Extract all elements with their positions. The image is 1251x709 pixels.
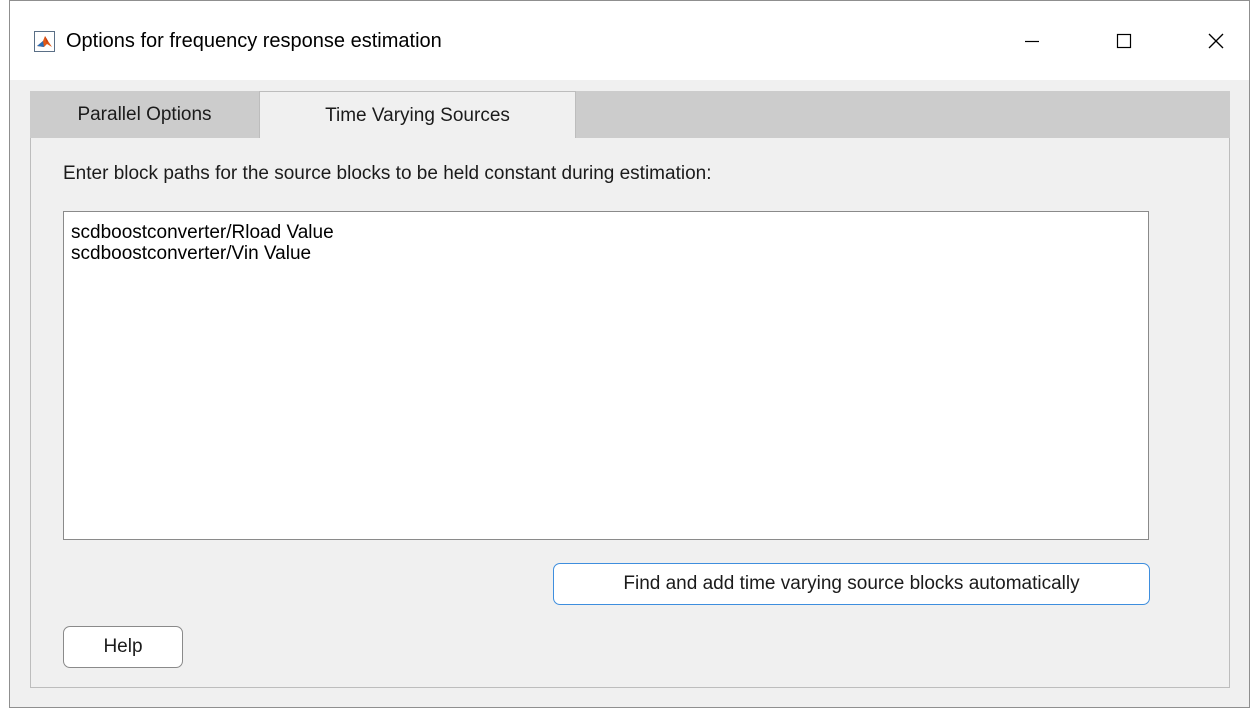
block-path-line: scdboostconverter/Rload Value [71,222,334,243]
find-and-add-sources-button[interactable]: Find and add time varying source blocks … [553,563,1150,605]
title-bar[interactable]: Options for frequency response estimatio… [10,0,1249,80]
instruction-label: Enter block paths for the source blocks … [63,163,712,184]
close-button[interactable] [1170,1,1251,81]
matlab-icon [34,31,55,52]
dialog-window: Options for frequency response estimatio… [9,0,1250,708]
tab-strip: Parallel Options Time Varying Sources [30,91,1230,139]
block-paths-textarea[interactable]: scdboostconverter/Rload Value scdboostco… [63,211,1149,540]
maximize-icon [1116,33,1132,49]
help-button[interactable]: Help [63,626,183,668]
tab-panel-time-varying-sources: Enter block paths for the source blocks … [30,138,1230,688]
minimize-button[interactable] [986,1,1078,81]
tab-parallel-options[interactable]: Parallel Options [30,91,259,138]
block-path-line: scdboostconverter/Vin Value [71,243,312,264]
maximize-button[interactable] [1078,1,1170,81]
window-title: Options for frequency response estimatio… [66,30,442,52]
close-icon [1207,32,1225,50]
minimize-icon [1024,33,1040,49]
tab-time-varying-sources[interactable]: Time Varying Sources [259,91,576,139]
